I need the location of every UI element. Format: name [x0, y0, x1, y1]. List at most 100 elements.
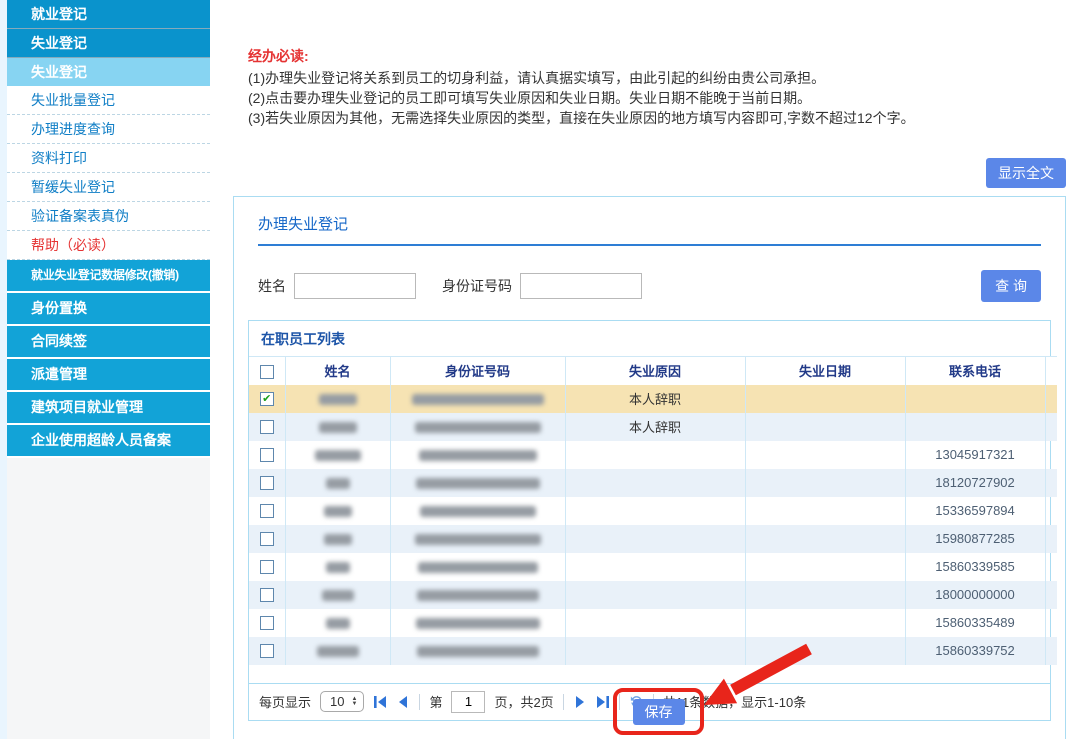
- table-footer-gap: [249, 665, 1050, 683]
- unemployment-reason-cell: [565, 637, 745, 665]
- row-checkbox[interactable]: [260, 420, 274, 434]
- masked-id-number: [416, 618, 540, 629]
- table-caption: 在职员工列表: [249, 321, 1050, 356]
- employee-table: 姓名 身份证号码 失业原因 失业日期 联系电话 ✔本人辞职本人辞职1304591…: [249, 356, 1057, 665]
- employee-name-cell: [285, 469, 390, 497]
- name-input[interactable]: [294, 273, 416, 299]
- employee-id-cell: [390, 385, 565, 413]
- table-row[interactable]: 13045917321: [249, 441, 1057, 469]
- sidebar-item[interactable]: 帮助（必读）: [7, 231, 210, 260]
- row-checkbox[interactable]: [260, 476, 274, 490]
- query-button[interactable]: 查 询: [981, 270, 1041, 302]
- table-row[interactable]: 15980877285: [249, 525, 1057, 553]
- per-page-label: 每页显示: [259, 692, 311, 711]
- notice-line: (2)点击要办理失业登记的员工即可填写失业原因和失业日期。失业日期不能晚于当前日…: [248, 88, 1048, 108]
- row-checkbox[interactable]: [260, 532, 274, 546]
- col-header-id: 身份证号码: [390, 357, 565, 385]
- unemployment-date-cell: [745, 609, 905, 637]
- row-checkbox[interactable]: [260, 588, 274, 602]
- masked-id-number: [415, 534, 541, 545]
- sidebar-item[interactable]: 资料打印: [7, 144, 210, 173]
- masked-name: [324, 534, 352, 545]
- col-header-name: 姓名: [285, 357, 390, 385]
- sidebar-item[interactable]: 合同续签: [7, 326, 210, 359]
- notice-line: (3)若失业原因为其他，无需选择失业原因的类型，直接在失业原因的地方填写内容即可…: [248, 108, 1048, 128]
- table-row[interactable]: ✔本人辞职: [249, 385, 1057, 413]
- notice-title: 经办必读:: [248, 46, 1048, 66]
- sidebar: 就业登记失业登记失业登记失业批量登记办理进度查询资料打印暂缓失业登记验证备案表真…: [0, 0, 210, 739]
- phone-cell: 18000000000: [905, 581, 1045, 609]
- sidebar-item[interactable]: 失业登记: [7, 58, 210, 86]
- sidebar-item[interactable]: 身份置换: [7, 293, 210, 326]
- phone-cell: 15980877285: [905, 525, 1045, 553]
- masked-id-number: [416, 478, 540, 489]
- phone-cell: 15860339752: [905, 637, 1045, 665]
- sidebar-item[interactable]: 暂缓失业登记: [7, 173, 210, 202]
- next-page-icon[interactable]: [573, 695, 587, 709]
- masked-id-number: [412, 394, 544, 405]
- prev-page-icon[interactable]: [396, 695, 410, 709]
- row-checkbox[interactable]: ✔: [260, 392, 274, 406]
- sidebar-item[interactable]: 建筑项目就业管理: [7, 392, 210, 425]
- page-label-prefix: 第: [429, 692, 442, 711]
- sidebar-item[interactable]: 就业失业登记数据修改(撤销): [7, 260, 210, 293]
- table-row[interactable]: 本人辞职: [249, 413, 1057, 441]
- employee-name-cell: [285, 637, 390, 665]
- unemployment-reason-cell: [565, 469, 745, 497]
- show-full-text-button[interactable]: 显示全文: [986, 158, 1066, 188]
- panel-title: 办理失业登记: [258, 213, 1041, 234]
- row-checkbox[interactable]: [260, 560, 274, 574]
- sidebar-item[interactable]: 就业登记: [7, 0, 210, 29]
- select-all-checkbox[interactable]: [260, 365, 274, 379]
- table-row[interactable]: 18000000000: [249, 581, 1057, 609]
- phone-cell: [905, 385, 1045, 413]
- employee-id-cell: [390, 497, 565, 525]
- unemployment-reason-cell: 本人辞职: [565, 413, 745, 441]
- table-row[interactable]: 15860339585: [249, 553, 1057, 581]
- table-row[interactable]: 15336597894: [249, 497, 1057, 525]
- per-page-value: 10: [330, 694, 344, 709]
- unemployment-date-cell: [745, 441, 905, 469]
- employee-name-cell: [285, 581, 390, 609]
- last-page-icon[interactable]: [596, 695, 610, 709]
- divider: [419, 694, 420, 710]
- sidebar-item[interactable]: 派遣管理: [7, 359, 210, 392]
- masked-id-number: [420, 506, 536, 517]
- save-button[interactable]: 保存: [633, 699, 685, 725]
- employee-id-cell: [390, 637, 565, 665]
- masked-id-number: [418, 562, 538, 573]
- sidebar-item[interactable]: 企业使用超龄人员备案: [7, 425, 210, 458]
- employee-table-body: ✔本人辞职本人辞职1304591732118120727902153365978…: [249, 385, 1057, 665]
- employee-id-cell: [390, 469, 565, 497]
- table-row[interactable]: 15860339752: [249, 637, 1057, 665]
- per-page-select[interactable]: 10 ▲▼: [320, 691, 364, 712]
- page-number-input[interactable]: [451, 691, 485, 713]
- unemployment-date-cell: [745, 385, 905, 413]
- col-header-reason: 失业原因: [565, 357, 745, 385]
- sidebar-item[interactable]: 失业登记: [7, 29, 210, 58]
- title-underline: [258, 244, 1041, 246]
- sidebar-menu: 就业登记失业登记失业登记失业批量登记办理进度查询资料打印暂缓失业登记验证备案表真…: [7, 0, 210, 458]
- first-page-icon[interactable]: [373, 695, 387, 709]
- row-checkbox[interactable]: [260, 644, 274, 658]
- unemployment-date-cell: [745, 497, 905, 525]
- row-checkbox[interactable]: [260, 448, 274, 462]
- employee-name-cell: [285, 525, 390, 553]
- masked-id-number: [417, 590, 539, 601]
- divider: [563, 694, 564, 710]
- employee-name-cell: [285, 413, 390, 441]
- unemployment-registration-panel: 办理失业登记 姓名 身份证号码 查 询 在职员工列表 姓名 身份证号码 失业原因…: [233, 196, 1066, 739]
- sidebar-item[interactable]: 验证备案表真伪: [7, 202, 210, 231]
- table-row[interactable]: 15860335489: [249, 609, 1057, 637]
- unemployment-date-cell: [745, 553, 905, 581]
- row-checkbox[interactable]: [260, 616, 274, 630]
- table-row[interactable]: 18120727902: [249, 469, 1057, 497]
- employee-table-box: 在职员工列表 姓名 身份证号码 失业原因 失业日期 联系电话 ✔本人辞职本人辞职…: [248, 320, 1051, 721]
- row-checkbox[interactable]: [260, 504, 274, 518]
- table-header-row: 姓名 身份证号码 失业原因 失业日期 联系电话: [249, 357, 1057, 385]
- unemployment-reason-cell: [565, 441, 745, 469]
- sidebar-item[interactable]: 办理进度查询: [7, 115, 210, 144]
- stepper-arrows-icon: ▲▼: [351, 697, 357, 707]
- id-number-input[interactable]: [520, 273, 642, 299]
- sidebar-item[interactable]: 失业批量登记: [7, 86, 210, 115]
